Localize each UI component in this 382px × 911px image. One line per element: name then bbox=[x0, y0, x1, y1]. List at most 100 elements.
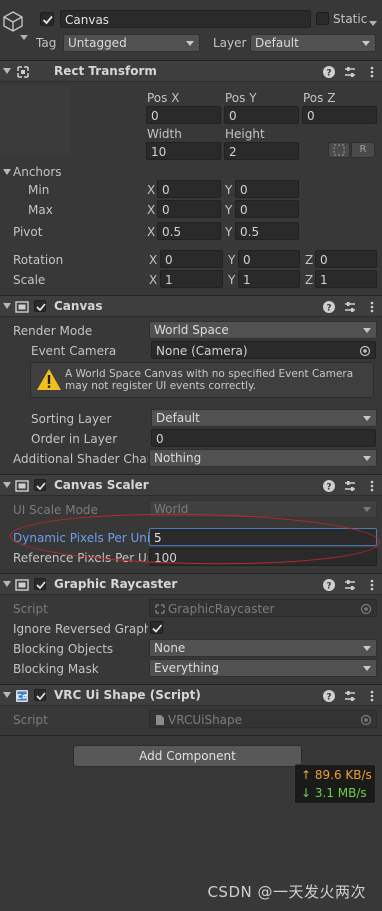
download-speed: ↓ 3.1 MB/s bbox=[301, 786, 367, 800]
anchor-min-y-input[interactable]: 0 bbox=[235, 180, 299, 198]
pivot-y-input[interactable]: 0.5 bbox=[235, 222, 299, 240]
help-icon[interactable]: ? bbox=[322, 578, 336, 592]
blocking-objects-dropdown[interactable]: None bbox=[149, 639, 377, 657]
foldout-icon[interactable] bbox=[3, 581, 11, 587]
y-label: Y bbox=[225, 183, 233, 197]
csharp-script-icon: C# bbox=[15, 689, 29, 703]
presets-icon[interactable] bbox=[343, 578, 357, 592]
additional-shader-dropdown[interactable]: Nothing bbox=[149, 449, 377, 467]
add-component-button[interactable]: Add Component bbox=[73, 745, 302, 767]
check-icon bbox=[42, 15, 53, 25]
blocking-mask-dropdown[interactable]: Everything bbox=[149, 659, 377, 677]
layer-label: Layer bbox=[213, 36, 247, 50]
tag-dropdown[interactable]: Untagged bbox=[63, 34, 200, 52]
vrc-ui-shape-header[interactable]: C# VRC Ui Shape (Script) ? bbox=[0, 684, 382, 706]
render-mode-value: World Space bbox=[154, 323, 229, 337]
canvas-header[interactable]: Canvas ? bbox=[0, 295, 382, 317]
pos-x-label: Pos X bbox=[147, 91, 180, 105]
canvas-scaler-enabled-checkbox[interactable] bbox=[34, 479, 46, 491]
presets-icon[interactable] bbox=[343, 479, 357, 493]
svg-text:C#: C# bbox=[16, 693, 27, 701]
object-picker-icon[interactable] bbox=[359, 345, 371, 357]
sorting-layer-label: Sorting Layer bbox=[31, 412, 112, 426]
blueprint-mode-button[interactable] bbox=[328, 142, 350, 158]
height-input[interactable]: 2 bbox=[224, 142, 299, 160]
more-options-icon[interactable] bbox=[365, 479, 379, 493]
z-label: Z bbox=[305, 273, 314, 287]
anchor-min-x-input[interactable]: 0 bbox=[157, 180, 221, 198]
help-icon[interactable]: ? bbox=[322, 300, 336, 314]
more-options-icon[interactable] bbox=[365, 578, 379, 592]
canvas-enabled-checkbox[interactable] bbox=[34, 300, 46, 312]
more-options-icon[interactable] bbox=[365, 300, 379, 314]
network-speed-widget: ↑ 89.6 KB/s ↓ 3.1 MB/s bbox=[294, 764, 376, 804]
document-icon bbox=[156, 715, 164, 725]
x-label: X bbox=[147, 225, 156, 239]
tag-label: Tag bbox=[36, 36, 57, 50]
render-mode-dropdown[interactable]: World Space bbox=[149, 321, 377, 339]
y-label: Y bbox=[228, 273, 236, 287]
vrc-ui-shape-title: VRC Ui Shape (Script) bbox=[54, 688, 201, 702]
additional-shader-label: Additional Shader Chani bbox=[13, 452, 148, 466]
event-camera-field[interactable]: None (Camera) bbox=[151, 341, 376, 359]
graphic-raycaster-icon bbox=[15, 578, 29, 592]
gameobject-name-input[interactable]: Canvas bbox=[60, 10, 311, 28]
anchor-max-y-input[interactable]: 0 bbox=[235, 200, 299, 218]
scale-y-input[interactable]: 1 bbox=[238, 270, 300, 288]
anchor-max-x-input[interactable]: 0 bbox=[157, 200, 221, 218]
width-input[interactable]: 10 bbox=[146, 142, 221, 160]
pos-x-input[interactable]: 0 bbox=[146, 106, 221, 124]
help-icon[interactable]: ? bbox=[322, 65, 336, 79]
static-checkbox[interactable] bbox=[316, 12, 329, 25]
rotation-z-input[interactable]: 0 bbox=[315, 250, 377, 268]
warning-icon bbox=[37, 369, 61, 390]
layer-dropdown[interactable]: Default bbox=[250, 34, 376, 52]
presets-icon[interactable] bbox=[343, 300, 357, 314]
scale-z-input[interactable]: 1 bbox=[315, 270, 377, 288]
rotation-y-input[interactable]: 0 bbox=[238, 250, 300, 268]
presets-icon[interactable] bbox=[343, 65, 357, 79]
more-options-icon[interactable] bbox=[365, 689, 379, 703]
raw-edit-button[interactable]: R bbox=[351, 142, 375, 158]
anchor-preset-box[interactable] bbox=[0, 86, 70, 156]
render-mode-label: Render Mode bbox=[13, 324, 93, 338]
pos-z-input[interactable]: 0 bbox=[302, 106, 377, 124]
graphic-raycaster-enabled-checkbox[interactable] bbox=[34, 578, 46, 590]
foldout-icon[interactable] bbox=[3, 692, 11, 698]
pivot-x-input[interactable]: 0.5 bbox=[157, 222, 221, 240]
active-checkbox[interactable] bbox=[40, 12, 54, 26]
blocking-mask-label: Blocking Mask bbox=[13, 662, 99, 676]
watermark: CSDN @一天发火两次 bbox=[207, 883, 366, 901]
chevron-down-icon[interactable] bbox=[20, 30, 28, 40]
ignore-reversed-checkbox[interactable] bbox=[150, 621, 163, 634]
svg-text:?: ? bbox=[326, 483, 331, 493]
upload-speed: ↑ 89.6 KB/s bbox=[301, 768, 372, 782]
rotation-label: Rotation bbox=[13, 253, 64, 267]
order-in-layer-input[interactable]: 0 bbox=[151, 429, 376, 447]
anchors-foldout-icon[interactable] bbox=[3, 169, 11, 175]
canvas-scaler-header[interactable]: Canvas Scaler ? bbox=[0, 474, 382, 496]
more-options-icon[interactable] bbox=[365, 65, 379, 79]
rect-transform-icon bbox=[16, 65, 30, 79]
graphic-raycaster-header[interactable]: Graphic Raycaster ? bbox=[0, 573, 382, 595]
foldout-icon[interactable] bbox=[3, 303, 11, 309]
object-picker-icon bbox=[360, 714, 372, 726]
scale-x-input[interactable]: 1 bbox=[160, 270, 223, 288]
sorting-layer-value: Default bbox=[156, 411, 200, 425]
rect-transform-header[interactable]: Rect Transform ? bbox=[0, 60, 382, 82]
rotation-x-input[interactable]: 0 bbox=[160, 250, 223, 268]
help-icon[interactable]: ? bbox=[322, 479, 336, 493]
chevron-down-icon[interactable] bbox=[369, 16, 377, 26]
blocking-objects-label: Blocking Objects bbox=[13, 642, 114, 656]
presets-icon[interactable] bbox=[343, 689, 357, 703]
svg-text:?: ? bbox=[326, 582, 331, 592]
check-icon bbox=[36, 482, 46, 491]
help-icon[interactable]: ? bbox=[322, 689, 336, 703]
foldout-icon[interactable] bbox=[3, 482, 11, 488]
vrc-enabled-checkbox[interactable] bbox=[34, 689, 46, 701]
pos-y-input[interactable]: 0 bbox=[224, 106, 299, 124]
event-camera-label: Event Camera bbox=[31, 344, 117, 358]
foldout-icon[interactable] bbox=[3, 68, 11, 74]
sorting-layer-dropdown[interactable]: Default bbox=[151, 409, 377, 427]
script-icon bbox=[155, 604, 165, 614]
